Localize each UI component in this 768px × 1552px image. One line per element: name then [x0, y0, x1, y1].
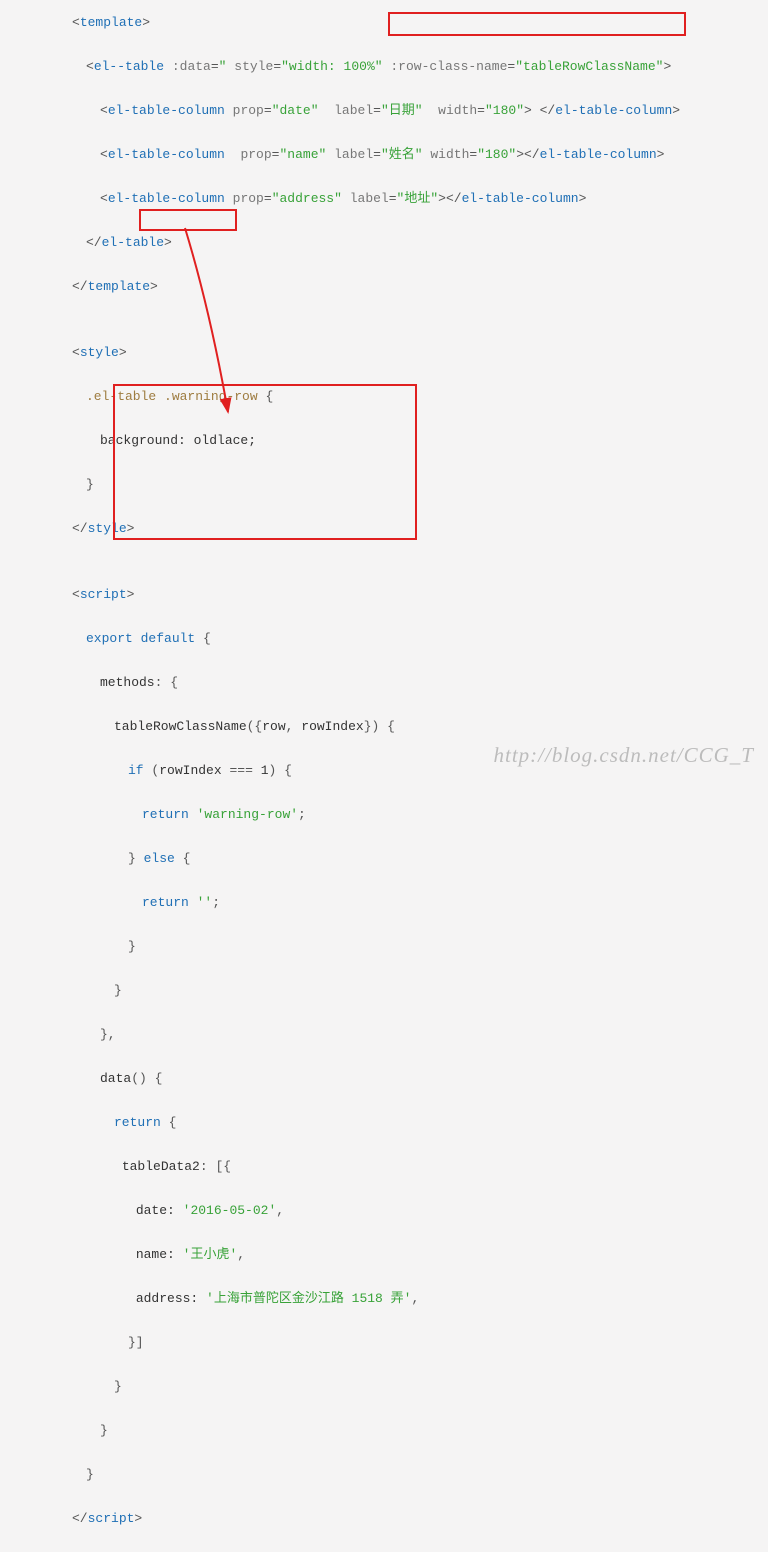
- tag-template-open: template: [80, 15, 142, 30]
- css-selector-el-table: .el-table: [86, 389, 156, 404]
- watermark: http://blog.csdn.net/CCG_T: [493, 744, 754, 766]
- fn-tableRowClassName: tableRowClassName: [114, 719, 247, 734]
- css-selector-warning-row: .warning-row: [164, 389, 258, 404]
- css-rule: background: oldlace;: [100, 433, 256, 448]
- code-block: <template> <el--table :data=" style="wid…: [0, 0, 768, 1552]
